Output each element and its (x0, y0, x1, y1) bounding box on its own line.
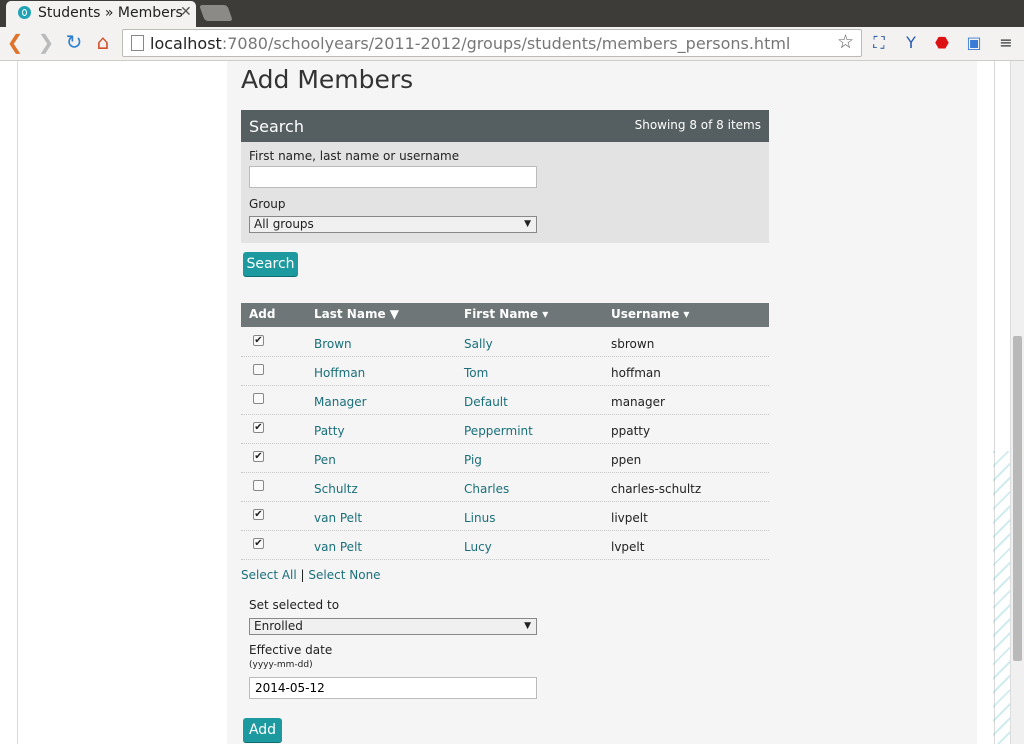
new-tab-button[interactable] (199, 5, 233, 21)
menu-icon[interactable]: ≡ (996, 33, 1016, 53)
first-name-link[interactable]: Peppermint (464, 424, 533, 438)
page-title: Add Members (241, 65, 414, 94)
add-checkbox[interactable] (253, 393, 264, 404)
browser-tab[interactable]: Students » Members ✕ (6, 1, 196, 27)
search-panel-title: Search (249, 117, 304, 136)
home-icon[interactable]: ⌂ (93, 32, 113, 52)
username-cell: hoffman (611, 366, 661, 380)
back-arrow-icon[interactable]: ❮ (5, 32, 25, 52)
table-row: ✔ van Pelt Lucy lvpelt (241, 530, 769, 560)
last-name-link[interactable]: van Pelt (314, 511, 362, 525)
add-checkbox[interactable] (253, 364, 264, 375)
add-button[interactable]: Add (243, 718, 282, 742)
status-select[interactable]: Enrolled ▼ (249, 618, 537, 635)
address-bar[interactable]: localhost:7080/schoolyears/2011-2012/gro… (122, 29, 862, 57)
browser-tabstrip: Students » Members ✕ (0, 0, 1024, 27)
select-all-link[interactable]: Select All (241, 568, 297, 582)
username-cell: livpelt (611, 511, 648, 525)
last-name-link[interactable]: van Pelt (314, 540, 362, 554)
table-row: ✔ Patty Peppermint ppatty (241, 414, 769, 444)
page-icon (131, 35, 144, 51)
add-checkbox[interactable]: ✔ (253, 451, 264, 462)
reload-icon[interactable]: ↻ (64, 32, 84, 52)
first-name-link[interactable]: Sally (464, 337, 493, 351)
tab-title: Students » Members (38, 5, 183, 21)
username-cell: sbrown (611, 337, 655, 351)
last-name-link[interactable]: Brown (314, 337, 352, 351)
username-cell: charles-schultz (611, 482, 702, 496)
table-row: Hoffman Tom hoffman (241, 356, 769, 386)
column-header-first-name[interactable]: First Name ▾ (464, 307, 548, 321)
group-select-value: All groups (254, 217, 314, 231)
extension-y-icon[interactable]: Y (901, 33, 921, 53)
last-name-link[interactable]: Hoffman (314, 366, 365, 380)
first-name-link[interactable]: Pig (464, 453, 482, 467)
first-name-link[interactable]: Charles (464, 482, 509, 496)
group-label: Group (249, 197, 286, 211)
search-panel: First name, last name or username Group … (241, 142, 769, 243)
table-row: ✔ Pen Pig ppen (241, 443, 769, 473)
url-path: :7080/schoolyears/2011-2012/groups/stude… (221, 34, 791, 53)
column-header-add: Add (249, 307, 276, 321)
url-text: localhost:7080/schoolyears/2011-2012/gro… (150, 34, 790, 53)
name-search-input[interactable] (249, 166, 537, 188)
table-header: Add Last Name ▼ First Name ▾ Username ▾ (241, 303, 769, 327)
select-none-link[interactable]: Select None (308, 568, 380, 582)
page-scrollbar[interactable] (1010, 61, 1024, 744)
username-cell: manager (611, 395, 665, 409)
add-checkbox[interactable]: ✔ (253, 335, 264, 346)
decorative-pattern (993, 451, 1010, 744)
effective-date-label: Effective date (249, 643, 333, 657)
adblock-icon[interactable]: ⬣ (932, 33, 952, 53)
last-name-link[interactable]: Pen (314, 453, 336, 467)
date-format-hint: (yyyy-mm-dd) (249, 660, 313, 670)
screenshot-extension-icon[interactable]: ▣ (964, 33, 984, 53)
last-name-link[interactable]: Schultz (314, 482, 358, 496)
search-panel-header: Search Showing 8 of 8 items (241, 110, 769, 142)
search-button[interactable]: Search (243, 252, 298, 276)
scrollbar-thumb[interactable] (1013, 336, 1022, 661)
table-row: Schultz Charles charles-schultz (241, 472, 769, 502)
dropdown-arrow-icon: ▼ (524, 621, 531, 631)
effective-date-input[interactable] (249, 677, 537, 699)
status-select-value: Enrolled (254, 619, 303, 633)
add-checkbox[interactable]: ✔ (253, 509, 264, 520)
schooltool-favicon-icon (18, 6, 31, 19)
browser-toolbar: ❮ ❯ ↻ ⌂ localhost:7080/schoolyears/2011-… (0, 27, 1024, 61)
table-row: ✔ van Pelt Linus livpelt (241, 501, 769, 531)
items-count: Showing 8 of 8 items (634, 118, 761, 132)
selection-separator: | (300, 568, 305, 582)
forward-arrow-icon[interactable]: ❯ (36, 32, 56, 52)
username-cell: ppatty (611, 424, 651, 438)
first-name-link[interactable]: Linus (464, 511, 495, 525)
selection-links: Select All | Select None (241, 568, 381, 582)
add-checkbox[interactable] (253, 480, 264, 491)
page-viewport: Add Members Search Showing 8 of 8 items … (0, 61, 1010, 744)
fullscreen-icon[interactable]: ⛶ (869, 33, 889, 53)
add-checkbox[interactable]: ✔ (253, 538, 264, 549)
table-row: Manager Default manager (241, 385, 769, 415)
column-header-last-name[interactable]: Last Name ▼ (314, 307, 399, 321)
first-name-link[interactable]: Tom (464, 366, 488, 380)
close-tab-icon[interactable]: ✕ (180, 4, 192, 20)
last-name-link[interactable]: Patty (314, 424, 345, 438)
last-name-link[interactable]: Manager (314, 395, 367, 409)
dropdown-arrow-icon: ▼ (524, 219, 531, 229)
url-host: localhost (150, 34, 222, 53)
username-cell: lvpelt (611, 540, 645, 554)
first-name-link[interactable]: Default (464, 395, 508, 409)
add-checkbox[interactable]: ✔ (253, 422, 264, 433)
first-name-link[interactable]: Lucy (464, 540, 492, 554)
group-select[interactable]: All groups ▼ (249, 216, 537, 233)
bookmark-star-icon[interactable]: ☆ (837, 31, 854, 53)
column-header-username[interactable]: Username ▾ (611, 307, 689, 321)
set-selected-label: Set selected to (249, 598, 340, 612)
name-search-label: First name, last name or username (249, 149, 460, 163)
username-cell: ppen (611, 453, 642, 467)
table-row: ✔ Brown Sally sbrown (241, 327, 769, 357)
